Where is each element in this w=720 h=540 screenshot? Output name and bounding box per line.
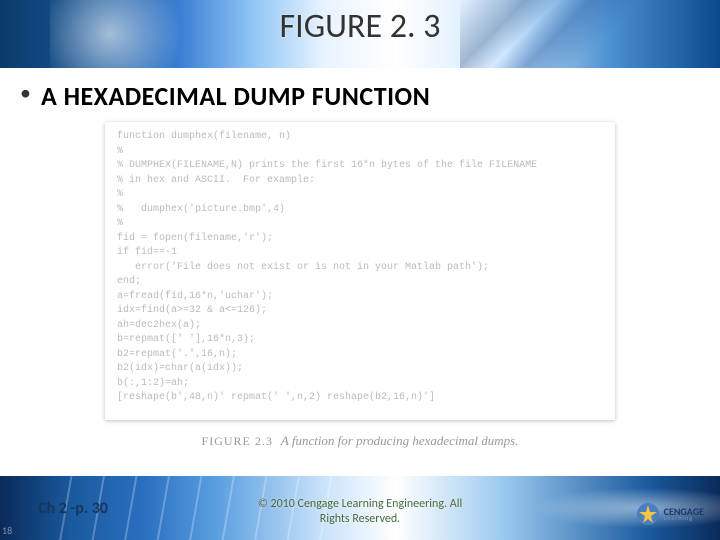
figure-title: FIGURE 2. 3 [0,6,720,47]
bullet-heading: A HEXADECIMAL DUMP FUNCTION [41,80,430,112]
code-listing-box: function dumphex(filename, n) % % DUMPHE… [105,122,615,420]
figure-caption-label: FIGURE 2.3 [202,434,273,448]
bullet-row: • A HEXADECIMAL DUMP FUNCTION [20,80,430,112]
star-icon [636,502,660,526]
slide: FIGURE 2. 3 • A HEXADECIMAL DUMP FUNCTIO… [0,0,720,540]
logo-sub-text: Learning [664,516,704,521]
figure-caption-text: A function for producing hexadecimal dum… [281,433,519,448]
bullet-dot: • [20,80,31,106]
copyright-line-1: © 2010 Cengage Learning Engineering. All [258,497,462,511]
cengage-logo: CENGAGE Learning [636,502,704,526]
figure-caption: FIGURE 2.3 A function for producing hexa… [0,432,720,450]
logo-text: CENGAGE Learning [664,507,704,521]
copyright-line-2: Rights Reserved. [320,512,400,526]
copyright-text: © 2010 Cengage Learning Engineering. All… [0,497,720,526]
code-content: function dumphex(filename, n) % % DUMPHE… [117,130,603,406]
